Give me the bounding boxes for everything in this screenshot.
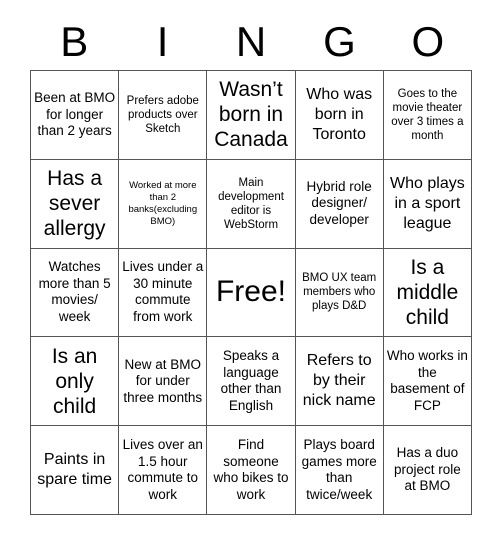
bingo-cell-label: New at BMO for under three months <box>123 356 203 405</box>
bingo-cell[interactable]: Who plays in a sport league <box>383 159 472 249</box>
bingo-cell[interactable]: Been at BMO for longer than 2 years <box>31 71 120 160</box>
bingo-cell-label: Hybrid role designer/ developer <box>306 178 372 227</box>
bingo-cell[interactable]: Is a middle child <box>383 248 472 338</box>
bingo-cell[interactable]: Is an only child <box>31 337 120 427</box>
bingo-cell-label: Refers to by their nick name <box>302 352 376 410</box>
bingo-cell-label: BMO UX team members who plays D&D <box>302 272 377 313</box>
header-letter-i: I <box>156 18 169 65</box>
bingo-card: B I N G O Been at BMO for longer than 2 … <box>0 0 500 544</box>
header-letter-b: B <box>60 18 89 65</box>
bingo-cell[interactable]: Watches more than 5 movies/ week <box>31 248 120 338</box>
bingo-cell-label: Main development editor is WebStorm <box>218 176 284 231</box>
bingo-cell[interactable]: Goes to the movie theater over 3 times a… <box>383 71 472 160</box>
bingo-cell-label: Been at BMO for longer than 2 years <box>34 90 116 139</box>
bingo-cell[interactable]: Hybrid role designer/ developer <box>295 159 384 249</box>
bingo-cell[interactable]: Plays board games more than twice/week <box>295 426 384 515</box>
bingo-cell-label: Has a duo project role at BMO <box>393 445 461 494</box>
bingo-cell-label: Find someone who bikes to work <box>213 437 289 502</box>
bingo-cell[interactable]: Who works in the basement of FCP <box>383 337 472 427</box>
bingo-cell-label: Goes to the movie theater over 3 times a… <box>391 87 464 142</box>
bingo-cell[interactable]: Find someone who bikes to work <box>207 426 296 515</box>
bingo-cell-free[interactable]: Free! <box>207 248 296 338</box>
bingo-cell[interactable]: Lives over an 1.5 hour commute to work <box>119 426 208 515</box>
bingo-cell-label: Speaks a language other than English <box>220 348 282 413</box>
bingo-cell-label: Watches more than 5 movies/ week <box>38 259 111 324</box>
header-letter-n: N <box>235 18 267 65</box>
bingo-cell[interactable]: Has a duo project role at BMO <box>383 426 472 515</box>
header-letter-g: G <box>323 18 356 65</box>
bingo-cell-label: Is a middle child <box>396 255 459 329</box>
bingo-cell[interactable]: Paints in spare time <box>31 426 120 515</box>
bingo-cell[interactable]: Has a sever allergy <box>31 159 120 249</box>
bingo-cell[interactable]: Refers to by their nick name <box>295 337 384 427</box>
bingo-cell-label: Paints in spare time <box>37 451 112 489</box>
bingo-cell-label: Free! <box>215 275 286 309</box>
bingo-cell-label: Who works in the basement of FCP <box>386 348 468 413</box>
bingo-cell[interactable]: Who was born in Toronto <box>295 71 384 160</box>
bingo-cell[interactable]: Speaks a language other than English <box>207 337 296 427</box>
bingo-grid: Been at BMO for longer than 2 years Pref… <box>30 70 472 515</box>
bingo-cell[interactable]: New at BMO for under three months <box>119 337 208 427</box>
bingo-cell[interactable]: Main development editor is WebStorm <box>207 159 296 249</box>
bingo-header: B I N G O <box>30 16 472 68</box>
bingo-cell-label: Who plays in a sport league <box>390 174 465 232</box>
bingo-cell-label: Wasn’t born in Canada <box>214 78 288 152</box>
bingo-cell[interactable]: Worked at more than 2 banks(excluding BM… <box>119 159 208 249</box>
bingo-cell-label: Lives under a 30 minute commute from wor… <box>122 259 204 324</box>
bingo-cell-label: Plays board games more than twice/week <box>301 437 377 502</box>
bingo-cell[interactable]: BMO UX team members who plays D&D <box>295 248 384 338</box>
bingo-cell-label: Worked at more than 2 banks(excluding BM… <box>128 179 198 227</box>
bingo-cell[interactable]: Wasn’t born in Canada <box>207 71 296 160</box>
bingo-cell-label: Is an only child <box>51 344 98 418</box>
bingo-cell[interactable]: Prefers adobe products over Sketch <box>119 71 208 160</box>
bingo-cell-label: Prefers adobe products over Sketch <box>126 94 199 135</box>
bingo-cell-label: Lives over an 1.5 hour commute to work <box>122 437 203 502</box>
bingo-cell-label: Who was born in Toronto <box>306 85 373 143</box>
header-letter-o: O <box>411 18 445 65</box>
bingo-cell[interactable]: Lives under a 30 minute commute from wor… <box>119 248 208 338</box>
bingo-cell-label: Has a sever allergy <box>43 167 106 241</box>
